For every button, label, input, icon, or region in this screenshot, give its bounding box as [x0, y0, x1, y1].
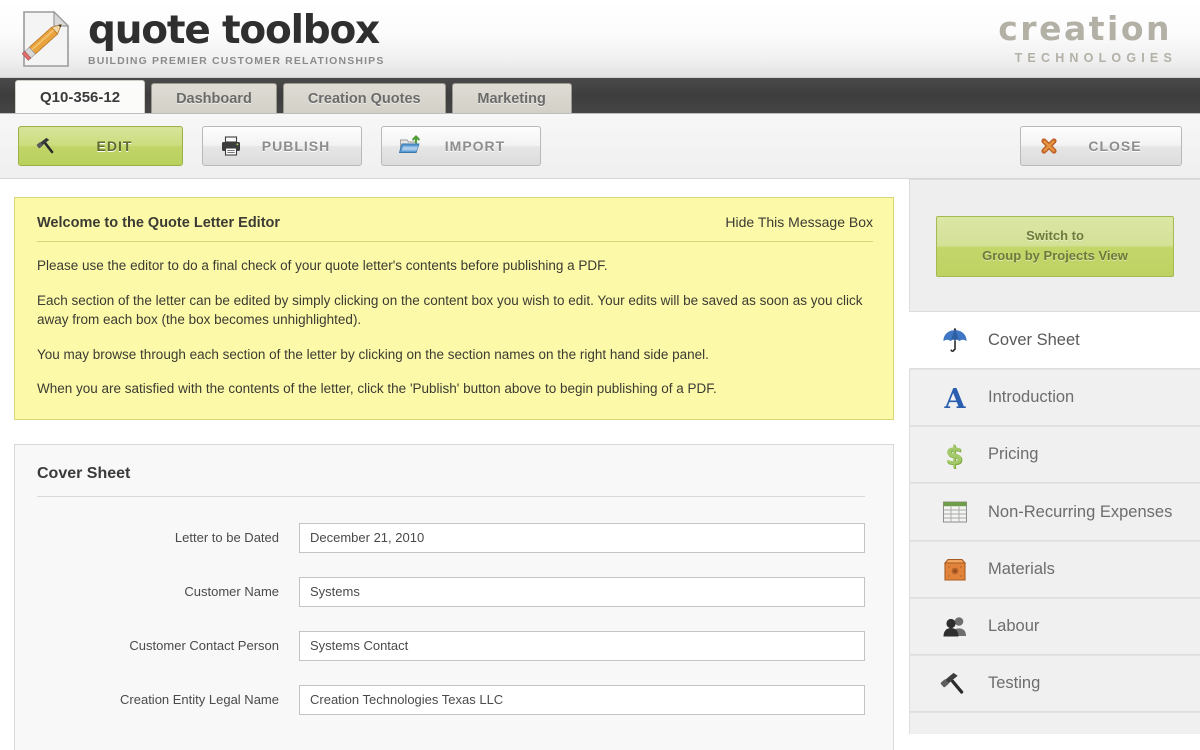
switch-button-line1: Switch to	[1026, 228, 1084, 243]
switch-to-group-by-projects-button[interactable]: Switch to Group by Projects View	[936, 216, 1174, 278]
hammer-icon	[35, 134, 59, 158]
close-button[interactable]: CLOSE	[1020, 126, 1182, 166]
message-paragraph: When you are satisfied with the contents…	[37, 381, 717, 397]
app-logo: quote toolbox BUILDING PREMIER CUSTOMER …	[18, 9, 384, 69]
folder-import-icon	[398, 134, 422, 158]
sidebar-item-label: Introduction	[988, 388, 1075, 407]
sidebar-item-materials[interactable]: Materials	[909, 541, 1200, 599]
sidebar-item-partial[interactable]	[909, 712, 1200, 735]
welcome-message-box: Welcome to the Quote Letter Editor Hide …	[14, 197, 894, 420]
letter-a-icon: A	[940, 383, 970, 413]
application-window: quote toolbox BUILDING PREMIER CUSTOMER …	[0, 0, 1200, 750]
svg-text:A: A	[944, 384, 967, 413]
umbrella-icon	[940, 326, 970, 356]
action-toolbar: EDIT PUBLISH IMPORT CLOSE	[0, 114, 1200, 179]
document-pencil-icon	[18, 9, 74, 69]
materials-box-icon	[940, 555, 970, 585]
letter-to-be-dated-input[interactable]	[299, 522, 865, 553]
message-box-body: Please use the editor to do a final chec…	[37, 242, 873, 399]
message-box-title: Welcome to the Quote Letter Editor	[37, 215, 281, 231]
sidebar-item-label: Non-Recurring Expenses	[988, 502, 1173, 521]
sidebar-item-non-recurring-expenses[interactable]: Non-Recurring Expenses	[909, 483, 1200, 542]
red-x-icon	[1037, 134, 1061, 158]
switch-view-container: Switch to Group by Projects View	[909, 179, 1200, 313]
sidebar-item-cover-sheet[interactable]: Cover Sheet	[909, 312, 1200, 370]
field-row-entity-legal-name: Creation Entity Legal Name	[37, 684, 865, 715]
field-row-letter-date: Letter to be Dated	[37, 522, 865, 553]
app-tagline: BUILDING PREMIER CUSTOMER RELATIONSHIPS	[88, 54, 385, 67]
import-button-label: IMPORT	[444, 138, 506, 154]
company-name: creation	[998, 9, 1172, 48]
spreadsheet-icon	[940, 497, 970, 527]
field-row-customer-name: Customer Name	[37, 576, 865, 607]
main-content: Welcome to the Quote Letter Editor Hide …	[0, 179, 908, 750]
customer-contact-person-input[interactable]	[299, 630, 865, 661]
sidebar-item-labour[interactable]: Labour	[909, 598, 1200, 656]
switch-button-line2: Group by Projects View	[982, 248, 1128, 264]
import-button[interactable]: IMPORT	[381, 126, 541, 166]
cover-sheet-title: Cover Sheet	[37, 464, 131, 482]
partial-row-icon	[940, 727, 970, 734]
sidebar-item-label: Testing	[988, 674, 1041, 693]
sidebar-item-label: Pricing	[988, 445, 1039, 464]
app-title: quote toolbox	[88, 7, 380, 53]
tab-dashboard[interactable]: Dashboard	[151, 83, 277, 113]
field-label: Customer Contact Person	[129, 638, 279, 654]
printer-icon	[219, 134, 243, 158]
dollar-sign-icon: $ $	[940, 440, 970, 470]
body-area: Welcome to the Quote Letter Editor Hide …	[0, 179, 1200, 750]
publish-button[interactable]: PUBLISH	[202, 126, 362, 166]
sidebar-item-introduction[interactable]: A Introduction	[909, 369, 1200, 427]
message-paragraph: Please use the editor to do a final chec…	[37, 258, 608, 273]
publish-button-label: PUBLISH	[261, 138, 331, 154]
hide-message-box-link[interactable]: Hide This Message Box	[725, 214, 873, 230]
svg-text:$: $	[945, 441, 963, 470]
tab-bar: Q10-356-12 Dashboard Creation Quotes Mar…	[0, 78, 1200, 114]
customer-name-input[interactable]	[299, 576, 865, 607]
message-paragraph: Each section of the letter can be edited…	[37, 292, 863, 328]
hammer-icon	[940, 669, 970, 699]
company-logo: creation TECHNOLOGIES	[998, 12, 1178, 65]
field-label: Letter to be Dated	[174, 530, 279, 546]
creation-entity-legal-name-input[interactable]	[299, 684, 865, 715]
field-label: Customer Name	[184, 584, 279, 600]
sidebar-item-label: Cover Sheet	[988, 331, 1080, 350]
edit-button[interactable]: EDIT	[18, 126, 183, 166]
brand-header: quote toolbox BUILDING PREMIER CUSTOMER …	[0, 0, 1200, 78]
field-label: Creation Entity Legal Name	[120, 692, 279, 708]
sidebar-item-pricing[interactable]: $ $ Pricing	[909, 426, 1200, 484]
sidebar-item-label: Materials	[988, 560, 1055, 579]
message-box-header: Welcome to the Quote Letter Editor Hide …	[37, 214, 873, 242]
edit-button-label: EDIT	[96, 138, 133, 154]
cover-sheet-panel: Cover Sheet Letter to be Dated Customer …	[14, 443, 894, 750]
tab-creation-quotes[interactable]: Creation Quotes	[282, 83, 446, 113]
section-navigation-panel: Switch to Group by Projects View Cover S…	[908, 179, 1200, 750]
section-divider	[37, 495, 865, 497]
section-list: Cover Sheet A Introduction $ $ Pricing N…	[909, 312, 1200, 735]
field-row-customer-contact: Customer Contact Person	[37, 630, 865, 661]
sidebar-item-label: Labour	[988, 617, 1040, 636]
tab-q10-356-12[interactable]: Q10-356-12	[15, 80, 146, 113]
message-paragraph: You may browse through each section of t…	[37, 346, 709, 362]
company-subtitle: TECHNOLOGIES	[1014, 51, 1177, 65]
sidebar-item-testing[interactable]: Testing	[909, 655, 1200, 713]
people-icon	[940, 612, 970, 642]
close-button-label: CLOSE	[1088, 138, 1142, 154]
tab-marketing[interactable]: Marketing	[451, 83, 572, 113]
